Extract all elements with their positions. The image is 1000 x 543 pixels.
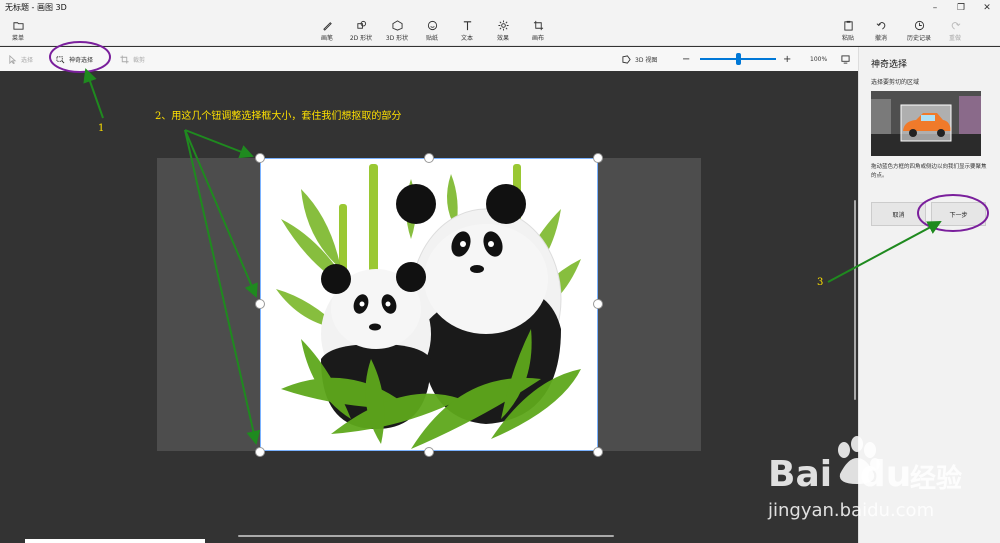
next-button[interactable]: 下一步 — [931, 202, 986, 226]
title-bar: 无标题 - 画图 3D – ❐ ✕ — [0, 0, 1000, 16]
selection-handle-top[interactable] — [424, 153, 434, 163]
annotation-step1: 1 — [98, 123, 105, 134]
magic-select-label: 神奇选择 — [69, 56, 94, 64]
menu-button[interactable]: 菜单 — [6, 16, 30, 46]
effects-icon — [497, 20, 509, 31]
main-toolbar: 菜单 画笔 2D 形状 3D 形状 贴纸 文本 效果 画布 粘贴 撤消 历史记录 — [0, 16, 1000, 46]
selection-handle-bottom-left[interactable] — [255, 447, 265, 457]
tool-2d-shapes[interactable]: 2D 形状 — [346, 16, 376, 46]
3d-view-icon — [622, 54, 631, 64]
tool-label: 文本 — [460, 35, 473, 42]
tool-label: 贴纸 — [425, 35, 438, 42]
3d-view-label: 3D 视图 — [635, 56, 658, 64]
redo-button[interactable]: 重做 — [943, 16, 967, 46]
zoom-in-button[interactable]: + — [783, 47, 791, 71]
tool-3d-shapes[interactable]: 3D 形状 — [382, 16, 412, 46]
cursor-icon — [9, 54, 17, 64]
horizontal-scrollbar[interactable] — [238, 535, 614, 537]
magic-select-icon — [56, 55, 65, 63]
zoom-slider-thumb[interactable] — [735, 53, 741, 65]
fit-view-button[interactable] — [841, 47, 850, 71]
tool-label: 粘贴 — [841, 35, 854, 42]
tool-label: 撤消 — [874, 35, 887, 42]
selection-handle-top-right[interactable] — [593, 153, 603, 163]
minus-icon: − — [682, 53, 691, 65]
panel-preview-thumbnail — [871, 91, 981, 156]
text-icon — [463, 21, 471, 31]
2d-shapes-icon — [356, 20, 366, 29]
tool-effects[interactable]: 效果 — [491, 16, 515, 46]
tool-label: 2D 形状 — [349, 35, 373, 42]
zoom-slider-track — [700, 53, 776, 65]
zoom-level: 100% — [810, 47, 827, 71]
paste-icon — [843, 20, 853, 31]
sticker-icon — [427, 20, 437, 31]
selection-handle-bottom-right[interactable] — [593, 447, 603, 457]
selection-box[interactable] — [260, 158, 598, 451]
taskbar-strip — [25, 539, 205, 543]
tool-text[interactable]: 文本 — [455, 16, 479, 46]
tool-label: 画布 — [531, 35, 544, 42]
tool-label: 3D 形状 — [385, 35, 409, 42]
vertical-scrollbar[interactable] — [854, 200, 856, 400]
selection-handle-bottom[interactable] — [424, 447, 434, 457]
tool-sticker[interactable]: 贴纸 — [420, 16, 444, 46]
undo-button[interactable]: 撤消 — [869, 16, 893, 46]
maximize-button[interactable]: ❐ — [948, 0, 974, 16]
crop-label: 裁剪 — [133, 56, 146, 64]
maximize-icon: ❐ — [956, 3, 966, 13]
panda-artwork — [276, 164, 581, 449]
panel-title: 神奇选择 — [871, 60, 908, 70]
history-button[interactable]: 历史记录 — [902, 16, 936, 46]
cancel-label: 取消 — [892, 211, 905, 219]
magic-select-button[interactable]: 神奇选择 — [56, 47, 93, 71]
select-label: 选择 — [21, 56, 34, 64]
selection-handle-top-left[interactable] — [255, 153, 265, 163]
paste-button[interactable]: 粘贴 — [836, 16, 860, 46]
tool-label: 重做 — [948, 35, 961, 42]
3d-view-button[interactable]: 3D 视图 — [622, 47, 657, 71]
brush-icon — [322, 22, 332, 31]
menu-label: 菜单 — [11, 35, 24, 42]
panel-description: 拖动蓝色方框的四角或侧边以向我们显示要聚焦的点。 — [871, 164, 987, 179]
select-button[interactable]: 选择 — [8, 47, 33, 71]
watermark-brand: Bai — [768, 454, 833, 495]
watermark-url: jingyan.baidu.com — [768, 500, 935, 521]
tool-label: 历史记录 — [906, 35, 931, 42]
car-preview-image — [871, 91, 981, 156]
crop-icon — [120, 54, 129, 64]
fit-view-icon — [841, 54, 850, 64]
history-icon — [914, 20, 924, 31]
panel-subtitle: 选择要剪切的区域 — [871, 79, 920, 86]
tool-canvas[interactable]: 画布 — [526, 16, 550, 46]
window-title: 无标题 - 画图 3D — [5, 3, 67, 12]
minimize-icon: – — [932, 3, 938, 13]
crop-button[interactable]: 裁剪 — [120, 47, 145, 71]
selection-toolbar: 选择 神奇选择 裁剪 3D 视图 − + 100% — [0, 47, 858, 71]
baidu-watermark: Bai du 经验 jingyan.baidu.com — [760, 432, 990, 532]
tool-label: 效果 — [496, 35, 509, 42]
annotation-step2: 2、用这几个钮调整选择框大小，套住我们想抠取的部分 — [155, 111, 402, 122]
tool-brush[interactable]: 画笔 — [314, 16, 340, 46]
selection-handle-right[interactable] — [593, 299, 603, 309]
cancel-button[interactable]: 取消 — [871, 202, 926, 226]
zoom-level-text: 100% — [810, 55, 828, 63]
redo-icon — [951, 22, 960, 30]
close-button[interactable]: ✕ — [974, 0, 1000, 16]
zoom-out-button[interactable]: − — [682, 47, 690, 71]
plus-icon: + — [783, 53, 792, 65]
close-icon: ✕ — [983, 3, 991, 13]
watermark-cn: 经验 — [910, 464, 963, 494]
watermark-brand-suffix: du — [860, 454, 912, 495]
minimize-button[interactable]: – — [922, 0, 948, 16]
next-label: 下一步 — [949, 211, 968, 219]
canvas-icon — [533, 20, 543, 31]
tool-label: 画笔 — [320, 35, 333, 42]
3d-shapes-icon — [391, 20, 403, 31]
zoom-slider[interactable] — [700, 47, 776, 71]
undo-icon — [876, 22, 885, 30]
annotation-step3: 3 — [817, 277, 824, 288]
folder-icon — [12, 22, 24, 30]
selection-handle-left[interactable] — [255, 299, 265, 309]
